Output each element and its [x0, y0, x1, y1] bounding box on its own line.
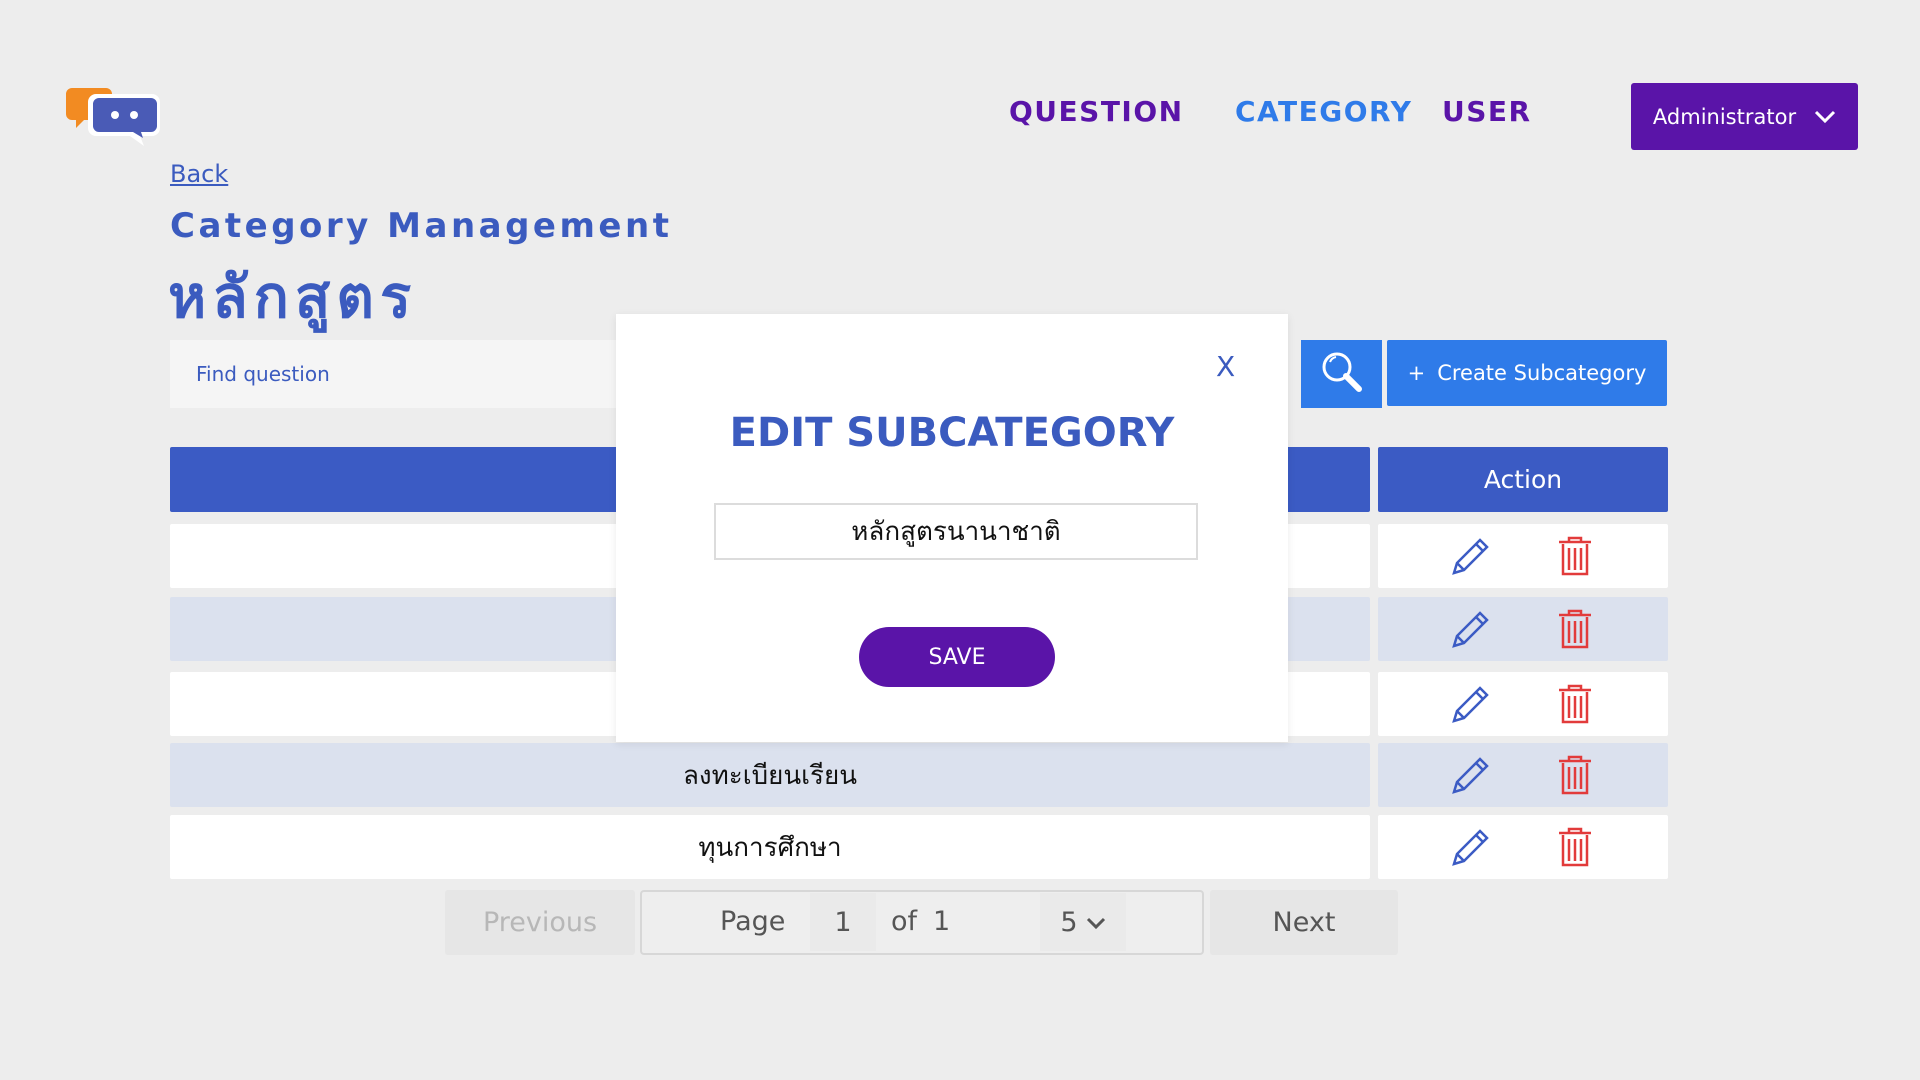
- nav-user[interactable]: USER: [1442, 95, 1532, 128]
- edit-pencil-icon[interactable]: [1447, 532, 1495, 580]
- page-subtitle: Category Management: [170, 206, 673, 246]
- chevron-down-icon: [1814, 105, 1836, 129]
- nav-question[interactable]: QUESTION: [1009, 95, 1184, 128]
- of-label: of: [891, 906, 918, 937]
- back-link[interactable]: Back: [170, 160, 228, 188]
- plus-icon: +: [1407, 361, 1426, 385]
- save-button[interactable]: SAVE: [859, 627, 1055, 687]
- row-actions: [1378, 672, 1668, 736]
- modal-title: EDIT SUBCATEGORY: [729, 410, 1175, 456]
- page-size-value: 5: [1060, 906, 1078, 938]
- row-actions: [1378, 524, 1668, 588]
- delete-trash-icon[interactable]: [1551, 823, 1599, 871]
- page-title: หลักสูตร: [168, 263, 418, 331]
- edit-pencil-icon[interactable]: [1447, 680, 1495, 728]
- table-row: ทุนการศึกษา: [170, 815, 1370, 879]
- close-icon[interactable]: X: [1216, 350, 1235, 383]
- page-number-input[interactable]: 1: [810, 893, 876, 951]
- delete-trash-icon[interactable]: [1551, 680, 1599, 728]
- row-actions: [1378, 815, 1668, 879]
- page-label: Page: [720, 906, 786, 937]
- table-header-action: Action: [1378, 447, 1668, 512]
- edit-pencil-icon[interactable]: [1447, 823, 1495, 871]
- delete-trash-icon[interactable]: [1551, 605, 1599, 653]
- edit-pencil-icon[interactable]: [1447, 751, 1495, 799]
- edit-pencil-icon[interactable]: [1447, 605, 1495, 653]
- account-label: Administrator: [1652, 104, 1797, 129]
- row-actions: [1378, 743, 1668, 807]
- search-button[interactable]: [1301, 340, 1382, 408]
- chevron-down-icon: [1086, 907, 1106, 938]
- nav-category[interactable]: CATEGORY: [1235, 95, 1412, 128]
- subcategory-name-input[interactable]: [714, 503, 1198, 560]
- previous-button[interactable]: Previous: [445, 890, 635, 955]
- page-size-select[interactable]: 5: [1040, 893, 1126, 951]
- next-button[interactable]: Next: [1210, 890, 1398, 955]
- create-subcategory-label: Create Subcategory: [1437, 361, 1647, 385]
- chat-logo-icon: [66, 82, 166, 148]
- row-actions: [1378, 597, 1668, 661]
- delete-trash-icon[interactable]: [1551, 751, 1599, 799]
- create-subcategory-button[interactable]: + Create Subcategory: [1387, 340, 1667, 406]
- search-icon: [1319, 349, 1365, 399]
- account-dropdown[interactable]: Administrator: [1631, 83, 1858, 150]
- delete-trash-icon[interactable]: [1551, 532, 1599, 580]
- table-row: ลงทะเบียนเรียน: [170, 743, 1370, 807]
- total-pages: 1: [933, 906, 951, 937]
